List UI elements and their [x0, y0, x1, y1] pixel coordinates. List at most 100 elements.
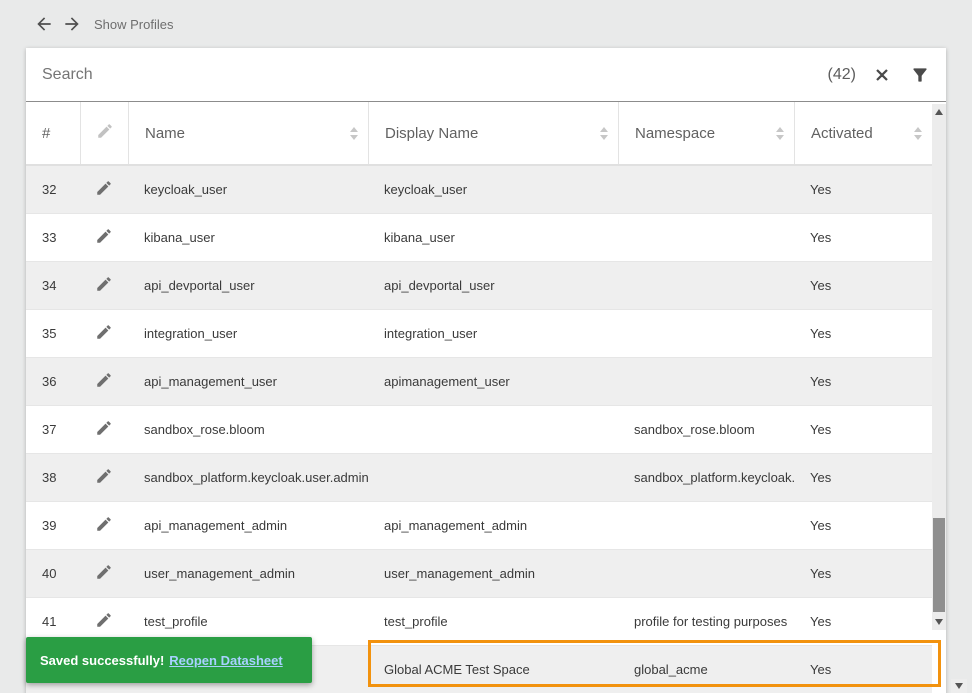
table-row[interactable]: 38 sandbox_platform.keycloak.user.admin …	[26, 454, 932, 502]
table-row[interactable]: 37 sandbox_rose.bloom sandbox_rose.bloom…	[26, 406, 932, 454]
sort-icon[interactable]	[776, 127, 784, 140]
filter-icon[interactable]	[910, 65, 930, 85]
cell-name: api_devportal_user	[128, 278, 368, 293]
scrollbar-down-arrow-icon[interactable]	[932, 614, 946, 630]
page: Show Profiles (42) # Name	[0, 0, 972, 693]
search-bar: (42)	[26, 48, 946, 102]
cell-activated: Yes	[794, 566, 932, 581]
cell-num: 37	[26, 422, 80, 437]
table-row[interactable]: 40 user_management_admin user_management…	[26, 550, 932, 598]
sort-icon[interactable]	[350, 127, 358, 140]
cell-name: keycloak_user	[128, 182, 368, 197]
top-navigation-bar: Show Profiles	[0, 0, 972, 48]
cell-display: api_management_admin	[368, 518, 618, 533]
cell-display: test_profile	[368, 614, 618, 629]
sort-icon[interactable]	[914, 127, 922, 140]
forward-arrow-icon[interactable]	[62, 14, 82, 34]
cell-edit[interactable]	[80, 323, 128, 344]
cell-namespace: global_acme	[618, 662, 794, 677]
header-edit-column	[80, 102, 128, 164]
table-row[interactable]: 32 keycloak_user keycloak_user Yes	[26, 166, 932, 214]
edit-pencil-icon[interactable]	[95, 275, 113, 296]
cell-activated: Yes	[794, 662, 932, 677]
clear-search-icon[interactable]	[872, 65, 892, 85]
cell-display: user_management_admin	[368, 566, 618, 581]
results-count: (42)	[828, 66, 856, 84]
cell-edit[interactable]	[80, 179, 128, 200]
edit-pencil-icon[interactable]	[95, 467, 113, 488]
table-row[interactable]: 39 api_management_admin api_management_a…	[26, 502, 932, 550]
cell-name: kibana_user	[128, 230, 368, 245]
cell-display: integration_user	[368, 326, 618, 341]
cell-edit[interactable]	[80, 467, 128, 488]
cell-namespace: sandbox_rose.bloom	[618, 422, 794, 437]
page-scrollbar-down-arrow-icon[interactable]	[951, 679, 967, 693]
cell-num: 36	[26, 374, 80, 389]
cell-activated: Yes	[794, 278, 932, 293]
cell-activated: Yes	[794, 470, 932, 485]
cell-num: 32	[26, 182, 80, 197]
cell-display: keycloak_user	[368, 182, 618, 197]
cell-num: 34	[26, 278, 80, 293]
page-title: Show Profiles	[94, 17, 173, 32]
cell-num: 41	[26, 614, 80, 629]
scrollbar-up-arrow-icon[interactable]	[932, 104, 946, 120]
cell-activated: Yes	[794, 422, 932, 437]
reopen-datasheet-link[interactable]: Reopen Datasheet	[169, 653, 282, 668]
cell-activated: Yes	[794, 182, 932, 197]
table-row[interactable]: 36 api_management_user apimanagement_use…	[26, 358, 932, 406]
cell-name: user_management_admin	[128, 566, 368, 581]
cell-edit[interactable]	[80, 611, 128, 632]
cell-edit[interactable]	[80, 371, 128, 392]
edit-pencil-icon[interactable]	[95, 515, 113, 536]
header-name[interactable]: Name	[128, 102, 368, 164]
scrollbar-thumb[interactable]	[933, 518, 945, 612]
edit-pencil-icon[interactable]	[95, 371, 113, 392]
cell-name: integration_user	[128, 326, 368, 341]
table-scrollbar[interactable]	[932, 104, 946, 630]
edit-pencil-icon[interactable]	[95, 323, 113, 344]
cell-edit[interactable]	[80, 275, 128, 296]
cell-display: api_devportal_user	[368, 278, 618, 293]
cell-num: 33	[26, 230, 80, 245]
sort-icon[interactable]	[600, 127, 608, 140]
cell-edit[interactable]	[80, 419, 128, 440]
table-row[interactable]: 34 api_devportal_user api_devportal_user…	[26, 262, 932, 310]
back-arrow-icon[interactable]	[34, 14, 54, 34]
cell-edit[interactable]	[80, 227, 128, 248]
cell-activated: Yes	[794, 518, 932, 533]
cell-display: apimanagement_user	[368, 374, 618, 389]
cell-namespace: profile for testing purposes	[618, 614, 794, 629]
cell-name: sandbox_rose.bloom	[128, 422, 368, 437]
cell-edit[interactable]	[80, 515, 128, 536]
cell-display: Global ACME Test Space	[368, 662, 618, 677]
edit-pencil-icon[interactable]	[95, 179, 113, 200]
header-display-name[interactable]: Display Name	[368, 102, 618, 164]
cell-activated: Yes	[794, 374, 932, 389]
table-row[interactable]: 35 integration_user integration_user Yes	[26, 310, 932, 358]
cell-name: test_profile	[128, 614, 368, 629]
cell-activated: Yes	[794, 326, 932, 341]
edit-pencil-icon[interactable]	[95, 563, 113, 584]
cell-activated: Yes	[794, 230, 932, 245]
edit-pencil-icon[interactable]	[95, 227, 113, 248]
cell-name: sandbox_platform.keycloak.user.admin	[128, 470, 368, 485]
edit-pencil-icon[interactable]	[95, 419, 113, 440]
cell-name: api_management_user	[128, 374, 368, 389]
table-body: 32 keycloak_user keycloak_user Yes 33 ki…	[26, 166, 946, 693]
cell-num: 39	[26, 518, 80, 533]
edit-pencil-icon[interactable]	[95, 611, 113, 632]
edit-column-icon	[96, 122, 114, 144]
profiles-card: (42) # Name Display Name	[26, 48, 946, 693]
table-header-row: # Name Display Name Namespace Activated	[26, 102, 932, 166]
header-number[interactable]: #	[26, 102, 80, 164]
search-input[interactable]	[42, 66, 828, 84]
cell-edit[interactable]	[80, 563, 128, 584]
header-activated[interactable]: Activated	[794, 102, 932, 164]
cell-namespace: sandbox_platform.keycloak.user.admin	[618, 470, 794, 485]
header-namespace[interactable]: Namespace	[618, 102, 794, 164]
cell-num: 35	[26, 326, 80, 341]
table-row[interactable]: 33 kibana_user kibana_user Yes	[26, 214, 932, 262]
cell-display: kibana_user	[368, 230, 618, 245]
cell-name: api_management_admin	[128, 518, 368, 533]
